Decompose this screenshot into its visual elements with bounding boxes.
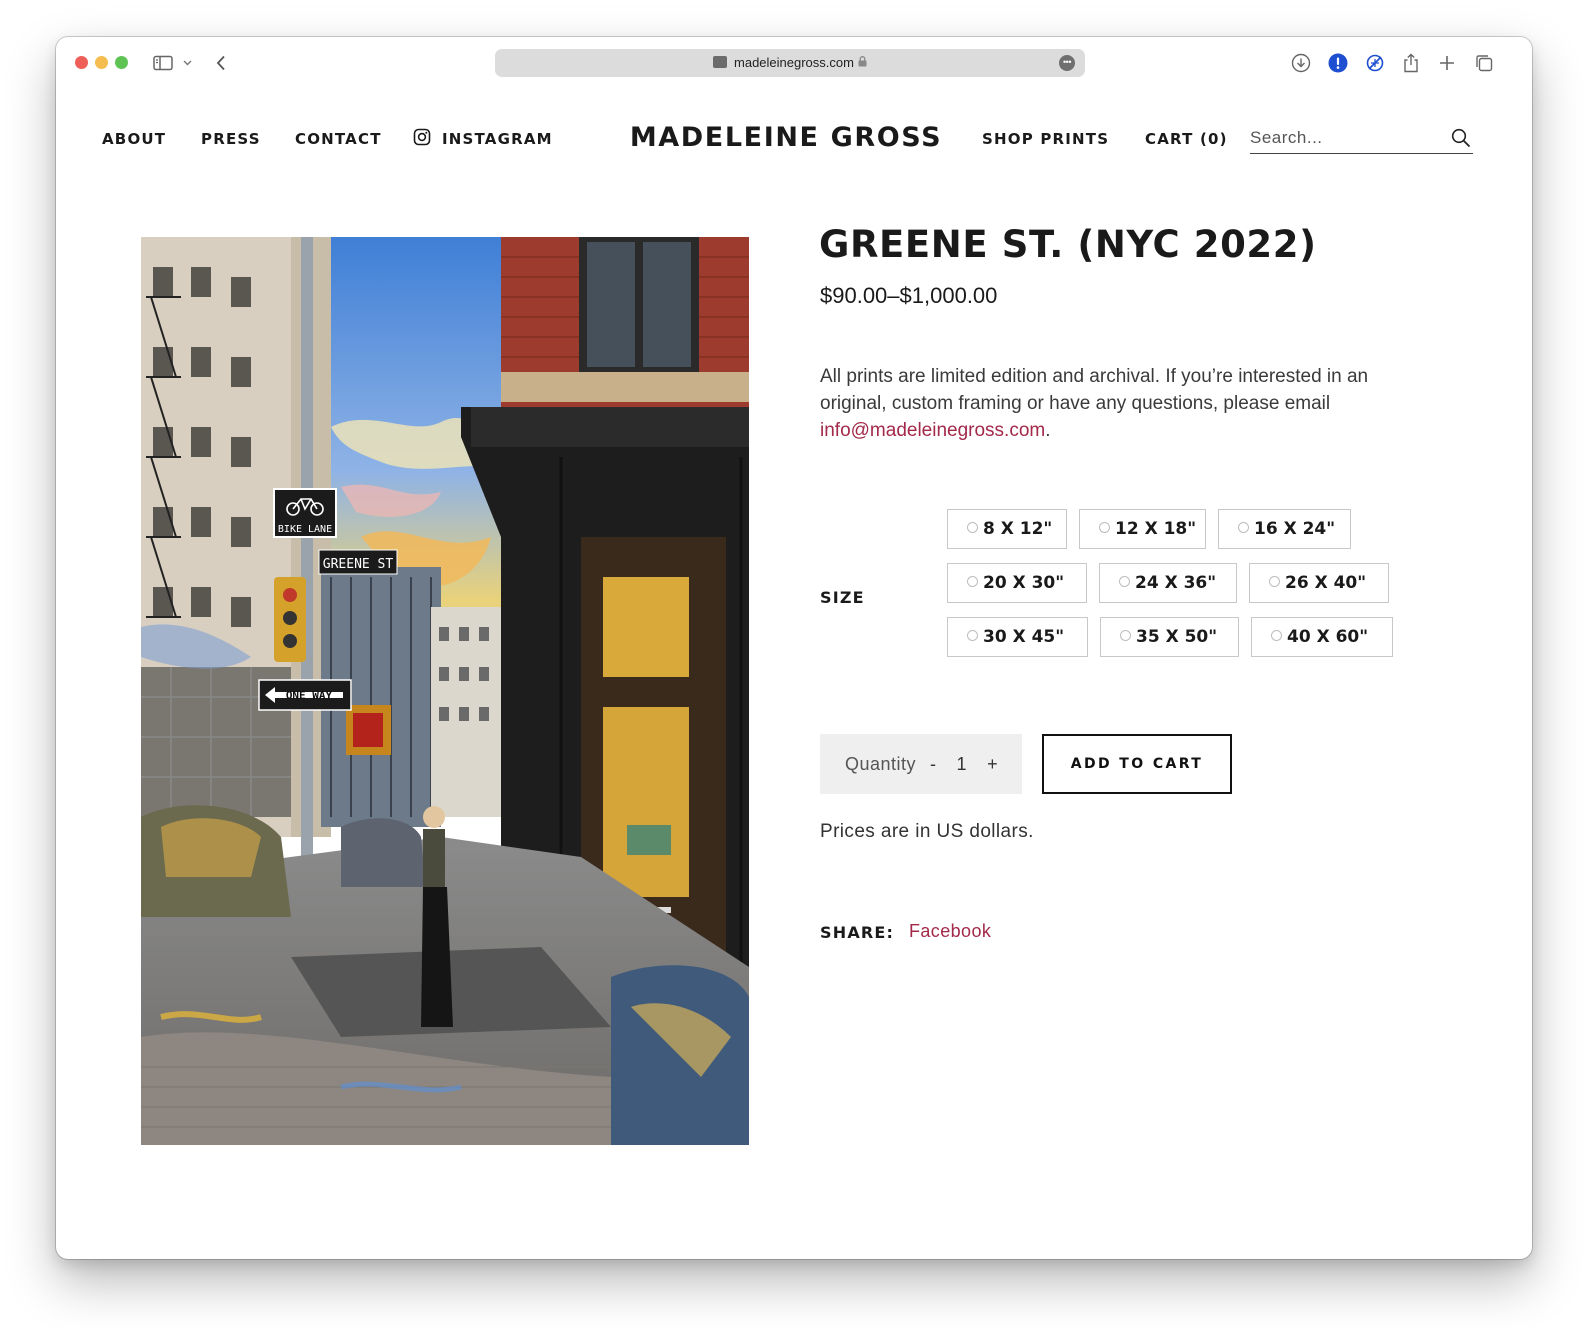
radio-button[interactable] xyxy=(1099,521,1110,533)
size-option-26x40[interactable]: 26 X 40" xyxy=(1249,563,1389,603)
nav-about[interactable]: ABOUT xyxy=(102,130,166,148)
quantity-label: Quantity xyxy=(845,753,917,774)
description-end: . xyxy=(1045,420,1051,441)
vpn-icon[interactable] xyxy=(1364,51,1386,75)
add-to-cart-button[interactable]: ADD TO CART xyxy=(1042,734,1232,794)
size-option-20x30[interactable]: 20 X 30" xyxy=(947,563,1087,603)
download-icon[interactable] xyxy=(1290,51,1312,75)
size-option-label: 12 X 18" xyxy=(1115,519,1197,539)
size-option-label: 16 X 24" xyxy=(1254,519,1336,539)
radio-button[interactable] xyxy=(967,575,978,587)
share-facebook-link[interactable]: Facebook xyxy=(909,921,991,942)
quantity-stepper: Quantity - 1 + xyxy=(820,734,1022,794)
size-option-label: 40 X 60" xyxy=(1287,627,1369,647)
email-link[interactable]: info@madeleinegross.com xyxy=(820,420,1045,441)
size-option-label: 8 X 12" xyxy=(983,519,1053,539)
site-brand-logo[interactable]: MADELEINE GROSS xyxy=(618,122,954,153)
radio-button[interactable] xyxy=(1269,575,1280,587)
product-image[interactable]: BIKE LANE GREENE ST ONE WAY xyxy=(141,237,749,1145)
tabs-icon[interactable] xyxy=(1473,51,1495,75)
nav-contact[interactable]: CONTACT xyxy=(295,130,382,148)
bike-lane-sign-text: BIKE LANE xyxy=(278,524,332,535)
browser-toolbar: madeleinegross.com ••• xyxy=(56,37,1532,91)
search-box xyxy=(1250,125,1473,154)
product-price: $90.00–$1,000.00 xyxy=(820,283,998,308)
plus-icon[interactable] xyxy=(1437,51,1457,75)
share-icon[interactable] xyxy=(1400,51,1422,75)
description-text: All prints are limited edition and archi… xyxy=(820,366,1369,414)
back-chevron-icon[interactable] xyxy=(214,51,228,75)
minimize-window-button[interactable] xyxy=(95,56,108,69)
radio-button[interactable] xyxy=(1120,629,1131,641)
size-option-35x50[interactable]: 35 X 50" xyxy=(1100,617,1239,657)
size-option-30x45[interactable]: 30 X 45" xyxy=(947,617,1088,657)
quantity-value[interactable]: 1 xyxy=(957,754,968,775)
greene-st-sign-text: GREENE ST xyxy=(323,557,394,572)
alert-icon[interactable] xyxy=(1327,51,1349,75)
size-option-label: 24 X 36" xyxy=(1135,573,1217,593)
chevron-down-icon[interactable] xyxy=(181,51,193,75)
product-title: GREENE ST. (NYC 2022) xyxy=(819,223,1317,266)
site-favicon xyxy=(713,56,728,68)
radio-button[interactable] xyxy=(967,629,978,641)
radio-button[interactable] xyxy=(1271,629,1282,641)
lock-icon xyxy=(858,56,867,70)
radio-button[interactable] xyxy=(967,521,978,533)
size-option-label: 20 X 30" xyxy=(983,573,1065,593)
quantity-increment-button[interactable]: + xyxy=(987,754,998,775)
sidebar-icon[interactable] xyxy=(152,51,174,75)
size-option-8x12[interactable]: 8 X 12" xyxy=(947,509,1067,549)
url-text: madeleinegross.com xyxy=(734,55,854,70)
size-option-12x18[interactable]: 12 X 18" xyxy=(1079,509,1206,549)
share-label: SHARE: xyxy=(820,923,895,942)
size-option-label: 26 X 40" xyxy=(1285,573,1367,593)
nav-instagram[interactable]: INSTAGRAM xyxy=(442,130,553,148)
nav-press[interactable]: PRESS xyxy=(201,130,261,148)
address-bar[interactable]: madeleinegross.com ••• xyxy=(495,49,1085,77)
instagram-icon[interactable] xyxy=(413,128,431,150)
quantity-decrement-button[interactable]: - xyxy=(930,754,937,775)
size-option-40x60[interactable]: 40 X 60" xyxy=(1251,617,1393,657)
zoom-window-button[interactable] xyxy=(115,56,128,69)
size-option-16x24[interactable]: 16 X 24" xyxy=(1218,509,1351,549)
product-painting: BIKE LANE GREENE ST ONE WAY xyxy=(141,237,749,1145)
browser-window: madeleinegross.com ••• ABOUT PRESS CONTA… xyxy=(56,37,1532,1259)
radio-button[interactable] xyxy=(1119,575,1130,587)
nav-cart[interactable]: CART (0) xyxy=(1145,130,1228,148)
search-input[interactable] xyxy=(1250,125,1430,151)
one-way-sign-text: ONE WAY xyxy=(286,689,333,702)
size-option-label: 30 X 45" xyxy=(983,627,1065,647)
radio-button[interactable] xyxy=(1238,521,1249,533)
size-option-24x36[interactable]: 24 X 36" xyxy=(1099,563,1237,603)
product-description: All prints are limited edition and archi… xyxy=(820,363,1400,444)
nav-shop-prints[interactable]: SHOP PRINTS xyxy=(982,130,1109,148)
size-label: SIZE xyxy=(820,588,865,607)
search-icon[interactable] xyxy=(1451,128,1471,153)
page-menu-button[interactable]: ••• xyxy=(1059,55,1075,71)
close-window-button[interactable] xyxy=(75,56,88,69)
size-option-label: 35 X 50" xyxy=(1136,627,1218,647)
currency-note: Prices are in US dollars. xyxy=(820,821,1034,842)
